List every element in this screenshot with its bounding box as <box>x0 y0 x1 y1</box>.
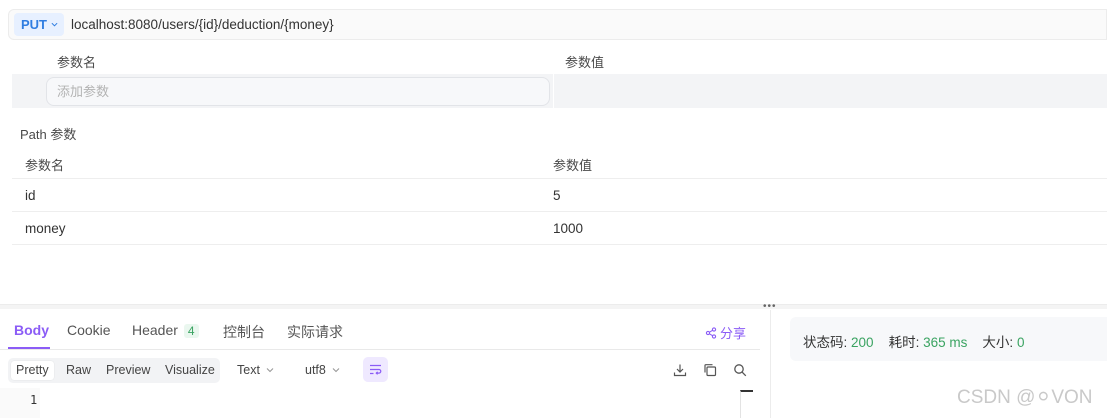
param-name-cell[interactable]: id <box>25 188 36 203</box>
tab-actual-request[interactable]: 实际请求 <box>287 322 343 342</box>
method-label: PUT <box>21 17 47 32</box>
query-col-name: 参数名 <box>57 55 97 70</box>
param-name-cell[interactable]: money <box>25 221 66 236</box>
path-col-value: 参数值 <box>553 158 593 173</box>
path-params-title: Path 参数 <box>20 127 77 142</box>
table-header-row: 参数名 参数值 <box>12 146 1107 179</box>
response-status-bar: 状态码: 200 耗时: 365 ms 大小: 0 <box>790 317 1107 361</box>
watermark: CSDN @⚪VON <box>957 387 1093 408</box>
response-tabs: Body Cookie Header 4 控制台 实际请求 分享 <box>0 310 760 350</box>
table-row: id 5 <box>12 179 1107 212</box>
response-body-editor[interactable]: 1 <box>0 388 757 418</box>
header-count-badge: 4 <box>183 324 199 338</box>
query-params-header: 参数名 参数值 <box>12 48 1107 72</box>
search-icon[interactable] <box>733 363 747 377</box>
content-type-select[interactable]: Text <box>237 363 274 377</box>
table-row: money 1000 <box>12 212 1107 245</box>
column-divider <box>553 74 554 108</box>
share-icon <box>705 326 717 339</box>
time-value: 365 ms <box>923 335 968 350</box>
encoding-select[interactable]: utf8 <box>305 363 340 377</box>
query-params-add-row <box>12 74 1107 108</box>
time-label: 耗时: <box>888 335 920 350</box>
url-input[interactable]: localhost:8080/users/{id}/deduction/{mon… <box>71 17 334 32</box>
vertical-divider <box>770 310 771 418</box>
share-label: 分享 <box>719 326 746 341</box>
format-preview[interactable]: Preview <box>101 361 155 380</box>
status-code-label: 状态码: <box>803 335 848 350</box>
word-wrap-button[interactable] <box>363 357 388 382</box>
url-bar: PUT localhost:8080/users/{id}/deduction/… <box>8 9 1107 40</box>
add-param-input[interactable] <box>46 77 550 106</box>
size-label: 大小: <box>982 335 1014 350</box>
format-pretty[interactable]: Pretty <box>11 361 54 380</box>
method-select[interactable]: PUT <box>14 13 64 36</box>
path-params-table: 参数名 参数值 id 5 money 1000 <box>12 146 1107 245</box>
query-col-value: 参数值 <box>565 55 605 70</box>
format-visualize[interactable]: Visualize <box>160 361 220 380</box>
path-col-name: 参数名 <box>25 158 65 173</box>
scrollbar[interactable] <box>740 390 753 418</box>
status-code: 200 <box>851 335 874 350</box>
format-raw[interactable]: Raw <box>61 361 96 380</box>
param-value-cell[interactable]: 5 <box>553 188 561 203</box>
format-switcher: Pretty Raw Preview Visualize <box>8 358 220 383</box>
tab-body[interactable]: Body <box>14 322 49 338</box>
tab-header-label: Header <box>132 322 178 338</box>
tab-console[interactable]: 控制台 <box>223 322 265 342</box>
chevron-down-icon <box>266 368 274 373</box>
panel-splitter[interactable] <box>0 304 1107 309</box>
line-number: 1 <box>30 393 38 407</box>
active-tab-indicator <box>8 347 50 349</box>
download-icon[interactable] <box>673 363 687 377</box>
param-value-cell[interactable]: 1000 <box>553 221 583 236</box>
size-value: 0 <box>1016 335 1025 350</box>
share-button[interactable]: 分享 <box>705 323 746 342</box>
chevron-down-icon <box>51 22 58 27</box>
content-type-value: Text <box>237 363 260 377</box>
wrap-lines-icon <box>370 364 382 375</box>
chevron-down-icon <box>332 368 340 373</box>
encoding-value: utf8 <box>305 363 326 377</box>
status-summary: 状态码: 200 耗时: 365 ms 大小: 0 <box>803 331 1024 351</box>
tab-header[interactable]: Header 4 <box>132 322 199 338</box>
tab-cookie[interactable]: Cookie <box>67 322 111 338</box>
copy-icon[interactable] <box>703 363 717 377</box>
